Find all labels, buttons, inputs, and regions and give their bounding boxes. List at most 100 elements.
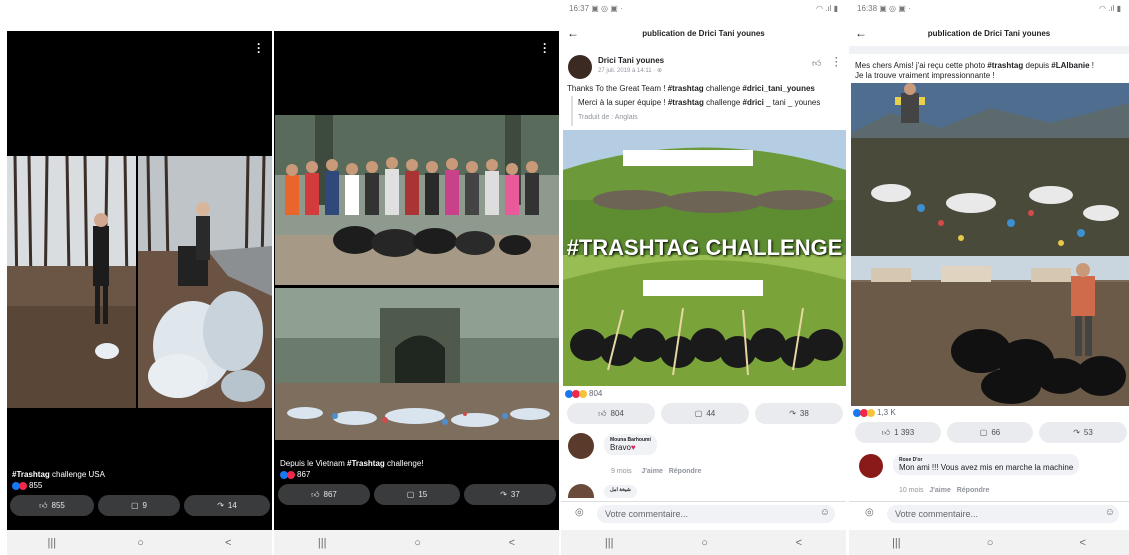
comment-bubble: Rose D'or Mon ami !!! Vous avez mis en m… bbox=[893, 454, 1080, 475]
comment-button[interactable]: ▢ 66 bbox=[947, 422, 1033, 443]
author-avatar[interactable] bbox=[568, 55, 592, 79]
share-icon: ↷ bbox=[500, 489, 507, 499]
post-photo-top[interactable] bbox=[851, 83, 1129, 256]
comment-input[interactable]: Votre commentaire... bbox=[597, 505, 835, 523]
hashtag-trashtag[interactable]: #trashtag bbox=[668, 84, 704, 93]
commenter-avatar[interactable] bbox=[568, 433, 594, 459]
camera-icon[interactable]: ◎ bbox=[865, 507, 874, 518]
share-button[interactable]: ↷ 38 bbox=[755, 403, 843, 424]
comment-like-link[interactable]: J'aime bbox=[929, 487, 951, 494]
back-icon[interactable]: < bbox=[509, 537, 515, 549]
back-icon[interactable]: < bbox=[225, 537, 231, 549]
hashtag-trashtag[interactable]: #trashtag bbox=[987, 61, 1023, 70]
reaction-summary[interactable]: 1,3 K bbox=[853, 408, 896, 417]
more-options-icon[interactable]: · · · bbox=[835, 54, 838, 71]
comment-composer: ◎ Votre commentaire... ☺ bbox=[849, 501, 1129, 523]
back-icon[interactable]: < bbox=[796, 537, 802, 549]
comment-text: Bravo bbox=[610, 443, 631, 452]
comment-count: 66 bbox=[991, 428, 1001, 437]
post-photo-group[interactable] bbox=[275, 115, 559, 285]
scrolled-header-edge bbox=[849, 46, 1129, 54]
recent-apps-icon[interactable]: ||| bbox=[605, 537, 614, 549]
like-button[interactable]: 👍︎ 855 bbox=[10, 495, 94, 516]
emoji-icon[interactable]: ☺ bbox=[1105, 507, 1115, 518]
like-button[interactable]: 👍︎ 867 bbox=[278, 484, 370, 505]
recent-apps-icon[interactable]: ||| bbox=[892, 537, 901, 549]
author-name[interactable]: Drici Tani younes bbox=[598, 56, 664, 66]
reaction-count: 1,3 K bbox=[877, 408, 896, 417]
commenter-avatar-2[interactable] bbox=[568, 484, 594, 498]
share-button[interactable]: ↷ 37 bbox=[464, 484, 556, 505]
love-reaction-icon bbox=[19, 481, 27, 490]
like-count: 1 393 bbox=[894, 428, 915, 437]
like-button[interactable]: 👍︎ 804 bbox=[567, 403, 655, 424]
more-options-icon[interactable]: · · · bbox=[256, 38, 262, 58]
post-text: Mes chers Amis! j'ai reçu cette photo #t… bbox=[855, 61, 1094, 80]
home-icon[interactable]: ○ bbox=[987, 537, 994, 549]
emoji-icon[interactable]: ☺ bbox=[820, 507, 830, 518]
caption-hashtag[interactable]: #Trashtag bbox=[12, 470, 50, 479]
camera-icon[interactable]: ◎ bbox=[575, 507, 584, 518]
thumbs-up-icon: 👍︎ bbox=[598, 408, 607, 418]
comment-reply-link[interactable]: Répondre bbox=[957, 487, 990, 494]
post-caption: Depuis le Vietnam #Trashtag challenge! bbox=[280, 459, 424, 468]
post-photo-left[interactable] bbox=[7, 156, 136, 408]
share-button[interactable]: ↷ 53 bbox=[1039, 422, 1127, 443]
post-photo-ruins[interactable] bbox=[275, 288, 559, 440]
wow-reaction-icon bbox=[867, 408, 875, 417]
commenter-name-2[interactable]: شيخة امل bbox=[610, 487, 631, 493]
phone-screen-usa: · · · #Trashtag challenge USA 855 👍︎ 855… bbox=[0, 0, 272, 555]
clock: 16:37 bbox=[569, 3, 590, 13]
comment-button[interactable]: ▢ 9 bbox=[98, 495, 180, 516]
home-icon[interactable]: ○ bbox=[701, 537, 708, 549]
hashtag-drici[interactable]: #drici_tani_younes bbox=[742, 84, 814, 93]
home-icon[interactable]: ○ bbox=[137, 537, 144, 549]
comment-composer: ◎ Votre commentaire... ☺ bbox=[561, 501, 846, 523]
recent-apps-icon[interactable]: ||| bbox=[48, 537, 57, 549]
like-count: 804 bbox=[610, 409, 624, 418]
back-icon[interactable]: < bbox=[1080, 537, 1086, 549]
share-count: 14 bbox=[227, 501, 237, 510]
home-icon[interactable]: ○ bbox=[414, 537, 421, 549]
reaction-summary[interactable]: 804 bbox=[565, 389, 602, 398]
caption-text: Depuis le Vietnam bbox=[280, 459, 347, 468]
like-page-icon[interactable]: 👍︎ bbox=[812, 58, 821, 68]
system-nav-bar: ||| ○ < bbox=[274, 530, 559, 555]
reaction-count: 855 bbox=[29, 481, 43, 490]
more-options-icon[interactable]: · · · bbox=[542, 38, 548, 58]
caption-text-end: challenge! bbox=[384, 459, 424, 468]
post-photo-bottom[interactable] bbox=[851, 256, 1129, 406]
comment-bubble-2: شيخة امل bbox=[604, 485, 637, 498]
comment-icon: ▢ bbox=[694, 408, 703, 418]
post-text: Thanks To the Great Team ! #trashtag cha… bbox=[567, 84, 815, 93]
reaction-summary[interactable]: 855 bbox=[12, 481, 42, 490]
signal-battery-icon: ◠ .ıl ▮ bbox=[1098, 3, 1121, 13]
comment-actions: 10 mois J'aime Répondre bbox=[899, 486, 989, 496]
like-button[interactable]: 👍︎ 1 393 bbox=[855, 422, 941, 443]
hashtag-lalbanie[interactable]: #LAlbanie bbox=[1051, 61, 1089, 70]
translated-from[interactable]: Traduit de : Anglais bbox=[578, 113, 638, 123]
post-photo-right[interactable] bbox=[138, 156, 272, 408]
back-arrow-icon[interactable]: ← bbox=[561, 26, 585, 40]
post-photo-trashtag[interactable]: #TRASHTAG CHALLENGE bbox=[563, 130, 846, 386]
comment-button[interactable]: ▢ 44 bbox=[661, 403, 749, 424]
share-icon: ↷ bbox=[789, 408, 796, 418]
translated-text: Merci à la super équipe ! #trashtag chal… bbox=[578, 98, 821, 107]
share-count: 53 bbox=[1083, 428, 1093, 437]
thumbs-up-icon: 👍︎ bbox=[39, 500, 48, 510]
commenter-avatar[interactable] bbox=[859, 454, 883, 478]
share-icon: ↷ bbox=[217, 500, 224, 510]
back-arrow-icon[interactable]: ← bbox=[849, 26, 873, 40]
comment-like-link[interactable]: J'aime bbox=[641, 468, 663, 475]
comment-count: 15 bbox=[418, 490, 428, 499]
caption-hashtag[interactable]: #Trashtag bbox=[347, 459, 385, 468]
like-count: 855 bbox=[51, 501, 65, 510]
recent-apps-icon[interactable]: ||| bbox=[318, 537, 327, 549]
share-button[interactable]: ↷ 14 bbox=[184, 495, 270, 516]
globe-icon: ⊕ bbox=[656, 68, 662, 74]
reaction-summary[interactable]: 867 bbox=[280, 470, 310, 479]
comment-button[interactable]: ▢ 15 bbox=[374, 484, 460, 505]
comment-input[interactable]: Votre commentaire... bbox=[887, 505, 1119, 523]
comment-reply-link[interactable]: Répondre bbox=[669, 468, 702, 475]
translation-block: Merci à la super équipe ! #trashtag chal… bbox=[571, 96, 841, 126]
